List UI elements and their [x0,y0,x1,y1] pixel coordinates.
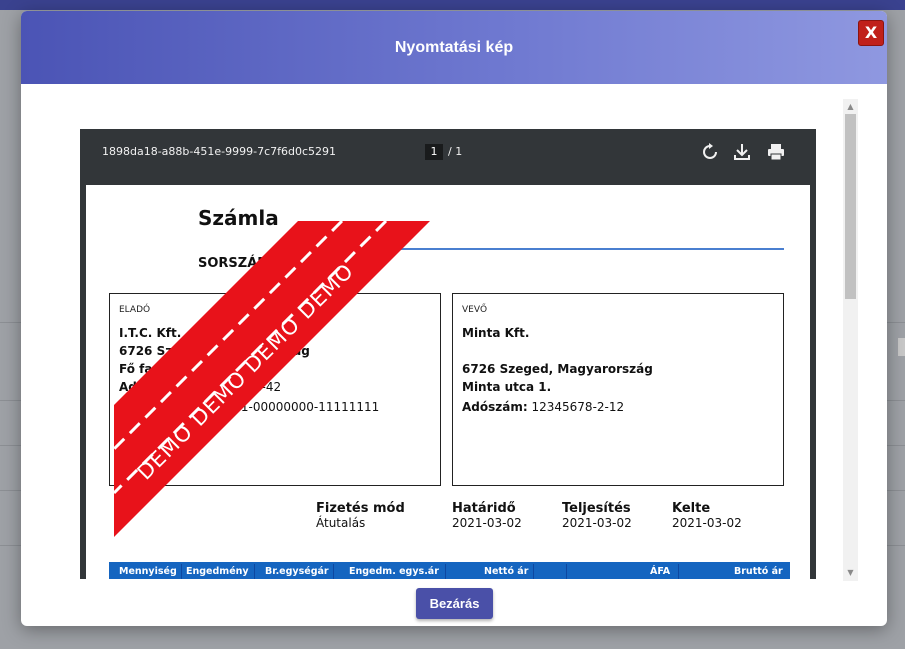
meta-label: Teljesítés [562,501,631,516]
column-separator [566,564,567,579]
scrollbar-thumb[interactable] [845,114,856,299]
meta-label: Határidő [452,501,516,516]
background-topbar [0,0,905,10]
close-icon[interactable]: X [858,20,884,46]
meta-value: Átutalás [316,516,366,530]
invoice-title: Számla [198,206,279,230]
meta-value: 2021-03-02 [452,516,522,530]
column-header: Nettó ár [484,566,529,577]
seller-bank-label: Bank: [119,400,158,414]
buyer-box: VEVŐ Minta Kft. 6726 Szeged, Magyarorszá… [452,293,784,486]
page-total: / 1 [448,145,463,158]
seller-bank-value: 11111111-00000000-11111111 [187,400,380,414]
document-id: 1898da18-a88b-451e-9999-7c7f6d0c5291 [102,145,337,158]
items-table-header: Mennyiség Engedmény Br.egységár Engedm. … [109,562,790,579]
modal-header: Nyomtatási kép [21,11,887,84]
seller-city: 6726 Szeged, Magyarország [119,344,310,358]
scroll-down-arrow[interactable]: ▼ [845,567,856,579]
modal-title: Nyomtatási kép [394,38,514,56]
meta-payment: Fizetés mód Átutalás [316,501,405,530]
print-preview-modal: Nyomtatási kép X 1898da18-a88b-451e-9999… [21,11,887,626]
close-button[interactable]: Bezárás [416,588,493,619]
meta-due-date: Határidő 2021-03-02 [452,501,522,530]
column-separator [254,564,255,579]
meta-value: 2021-03-02 [562,516,632,530]
seller-tax-value: 11082376-2-42 [188,380,282,394]
column-header: Engedm. egys.ár [349,566,439,577]
meta-fulfillment-date: Teljesítés 2021-03-02 [562,501,632,530]
background-widget [898,338,905,356]
scroll-up-arrow[interactable]: ▲ [845,101,856,113]
buyer-tax-label: Adószám: [462,400,528,414]
column-header: Engedmény [186,566,249,577]
buyer-street: Minta utca 1. [462,380,552,394]
column-header: Br.egységár [265,566,329,577]
seller-name: I.T.C. Kft. [119,326,182,340]
column-header: Mennyiség [119,566,177,577]
buyer-tax-value: 12345678-2-12 [531,400,625,414]
buyer-name: Minta Kft. [462,326,530,340]
column-separator [333,564,334,579]
column-separator [181,564,182,579]
column-header: Bruttó ár [734,566,783,577]
print-icon[interactable] [766,142,786,162]
seller-caption: ELADÓ [119,305,151,315]
download-icon[interactable] [732,142,752,162]
meta-issue-date: Kelte 2021-03-02 [672,501,742,530]
viewer-toolbar: 1898da18-a88b-451e-9999-7c7f6d0c5291 1 /… [80,129,816,175]
buyer-city: 6726 Szeged, Magyarország [462,362,653,376]
serial-label: SORSZÁM: [198,256,276,271]
serial-value: 1/21 [293,257,320,271]
meta-label: Fizetés mód [316,501,405,516]
column-separator [533,564,534,579]
column-separator [678,564,679,579]
title-rule [291,248,784,250]
pdf-viewer: 1898da18-a88b-451e-9999-7c7f6d0c5291 1 /… [80,129,816,579]
buyer-caption: VEVŐ [462,305,488,315]
column-header: ÁFA [650,566,671,577]
seller-street: Fő fasor 52. [119,362,200,376]
meta-label: Kelte [672,501,711,516]
invoice-page: Számla SORSZÁM: 1/21 ELADÓ I.T.C. Kft. 6… [86,185,810,579]
column-separator [445,564,446,579]
seller-box: ELADÓ I.T.C. Kft. 6726 Szeged, Magyarors… [109,293,441,486]
meta-value: 2021-03-02 [672,516,742,530]
seller-tax-label: Adószám: [119,380,185,394]
rotate-icon[interactable] [700,142,720,162]
page-number-input[interactable]: 1 [425,144,443,160]
